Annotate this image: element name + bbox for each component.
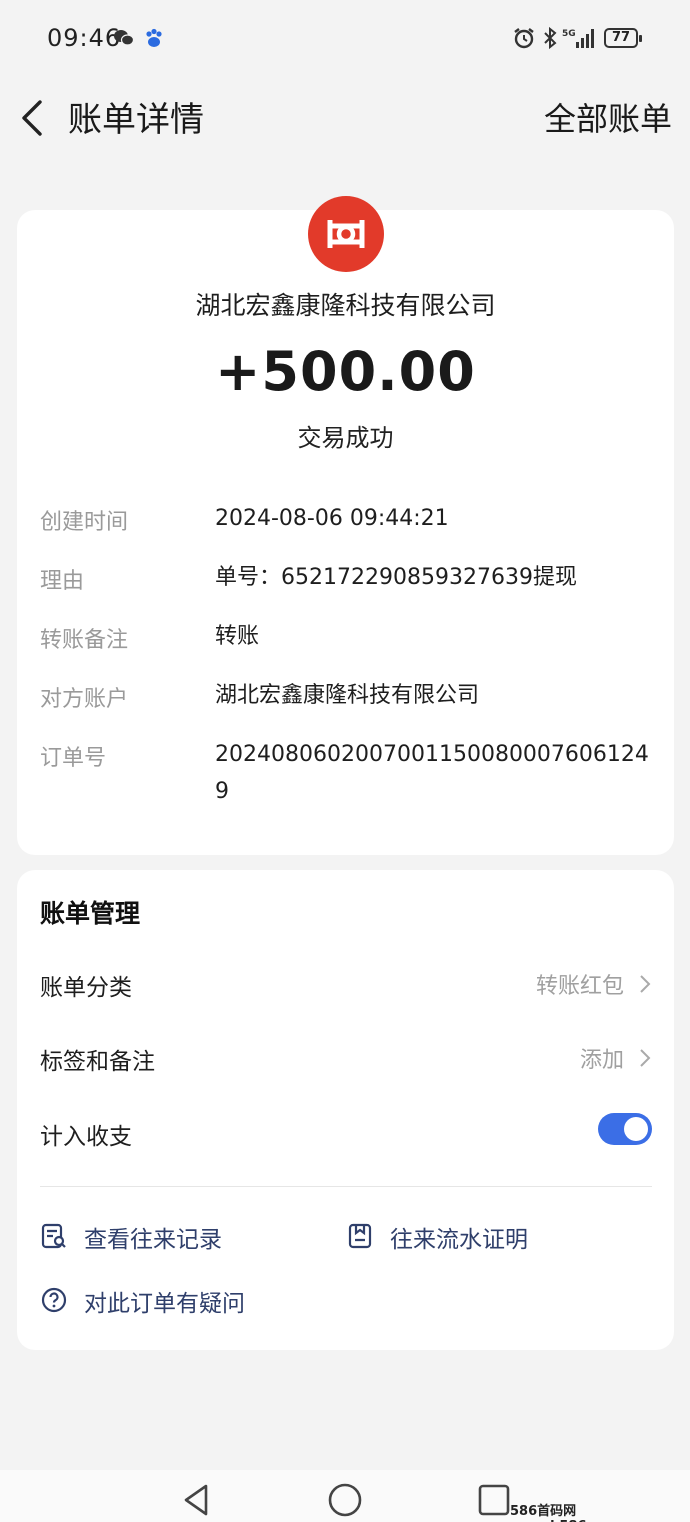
order-question-label: 对此订单有疑问	[84, 1291, 245, 1317]
transaction-card: 湖北宏鑫康隆科技有限公司 +500.00 交易成功 创建时间 2024-08-0…	[17, 196, 674, 855]
bill-category-label: 账单分类	[40, 975, 132, 1001]
battery-icon: 77	[604, 28, 642, 48]
tags-remarks-label: 标签和备注	[40, 1049, 155, 1075]
watermark-text: 586首码网 www.h586.com	[510, 1504, 622, 1522]
detail-value: 湖北宏鑫康隆科技有限公司	[215, 683, 480, 708]
wechat-icon	[114, 30, 135, 46]
alarm-icon	[514, 28, 534, 49]
count-in-row: 计入收支	[40, 1113, 652, 1153]
nav-home-icon[interactable]	[325, 1480, 365, 1520]
tags-remarks-row[interactable]: 标签和备注 添加	[40, 1038, 652, 1078]
transaction-amount: +500.00	[215, 340, 476, 403]
count-in-label: 计入收支	[40, 1124, 132, 1150]
detail-label: 理由	[40, 569, 85, 594]
detail-label: 订单号	[40, 746, 107, 771]
bill-category-value: 转账红包	[535, 974, 624, 999]
status-bar: 09:46 5G 77	[0, 0, 690, 80]
detail-label: 转账备注	[40, 628, 129, 653]
detail-value: 单号：652172290859327639提现	[215, 565, 577, 590]
nav-back-icon[interactable]	[176, 1480, 216, 1520]
page-title: 账单详情	[68, 100, 204, 140]
chevron-right-icon	[640, 975, 651, 993]
divider	[40, 1186, 652, 1187]
bluetooth-icon	[544, 26, 557, 50]
order-question-link[interactable]: 对此订单有疑问	[40, 1282, 300, 1318]
merchant-logo	[308, 196, 384, 272]
signal-5g-icon: 5G	[562, 29, 594, 48]
detail-label: 对方账户	[40, 687, 129, 712]
merchant-name: 湖北宏鑫康隆科技有限公司	[195, 291, 496, 320]
chevron-right-icon	[640, 1049, 651, 1067]
question-circle-icon	[41, 1287, 67, 1313]
statement-proof-label: 往来流水证明	[390, 1227, 528, 1253]
record-search-icon	[41, 1223, 66, 1249]
count-in-toggle[interactable]	[598, 1113, 652, 1145]
all-bills-button[interactable]: 全部账单	[544, 94, 672, 140]
bill-category-row[interactable]: 账单分类 转账红包	[40, 964, 652, 1004]
document-icon	[348, 1223, 372, 1249]
svg-text:5G: 5G	[562, 29, 576, 39]
status-time: 09:46	[47, 24, 122, 52]
detail-value[interactable]: 20240806020070011500800076061249	[215, 736, 655, 810]
section-title: 账单管理	[40, 899, 141, 928]
detail-value: 转账	[215, 624, 260, 649]
detail-label: 创建时间	[40, 510, 129, 535]
view-history-label: 查看往来记录	[84, 1227, 222, 1253]
bill-management-card: 账单管理 账单分类 转账红包 标签和备注 添加 计入收支 查看往来记录 往来流水…	[17, 870, 674, 1350]
view-history-link[interactable]: 查看往来记录	[40, 1218, 260, 1254]
statement-proof-link[interactable]: 往来流水证明	[346, 1218, 566, 1254]
nav-recents-icon[interactable]	[474, 1480, 514, 1520]
back-chevron-icon[interactable]	[16, 96, 52, 140]
detail-value: 2024-08-06 09:44:21	[215, 506, 449, 531]
transaction-status: 交易成功	[297, 424, 394, 452]
baidu-paw-icon	[146, 28, 162, 47]
tags-remarks-value: 添加	[579, 1048, 624, 1073]
toggle-knob	[624, 1117, 648, 1141]
